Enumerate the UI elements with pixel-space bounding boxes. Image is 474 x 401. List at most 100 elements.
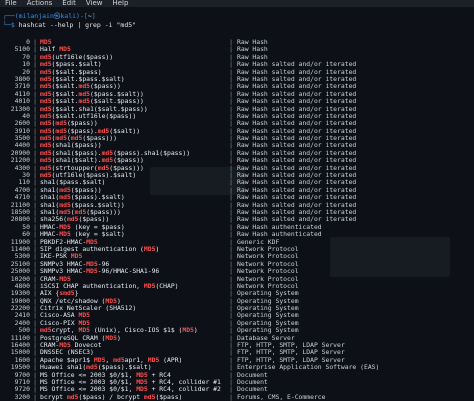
md5-highlight: md5 [59,201,71,209]
hash-mode-category: Raw Hash salted and/or iterated [237,120,357,128]
hash-mode-category: Raw Hash salted and/or iterated [237,164,357,172]
hash-name-text: MS Office <= 2003 $0/$1, [40,378,137,386]
hash-mode-category: FTP, HTTP, SMTP, LDAP Server [237,342,345,350]
prompt-line-2: └─$ hashcat --help | grep -i "md5" [3,21,137,29]
md5-highlight: md5 [40,142,52,150]
hash-mode-name: SNMPv3 HMAC-MD5-96 [40,261,225,268]
md5-highlight: md5 [97,164,110,172]
hash-mode-name: CRAM-MD5 Dovecot [40,342,225,349]
hash-mode-row: 1600 | Apache $apr1$ MD5, md5apr1, MD5 (AP… [0,356,474,364]
hash-mode-category: Raw Hash salted and/or iterated [237,98,357,106]
md5-highlight: md5 [40,112,52,120]
md5-highlight: md5 [40,164,52,172]
hash-mode-category: Raw Hash salted and/or iterated [237,179,357,187]
menu-view[interactable]: View [86,0,103,7]
hash-mode-category: Operating System [237,305,299,313]
md5-highlight: md5 [40,172,52,180]
md5-highlight: md5 [40,83,52,91]
hash-mode-category: Operating System [237,327,299,335]
md5-highlight: MD5 [136,378,148,386]
md5-highlight: MD5 [105,297,117,305]
hash-name-text: ($salt)) [109,127,141,135]
hash-mode-name: Half MD5 [40,46,225,53]
md5-highlight: MD5 [143,245,156,253]
terminal-output[interactable]: ┌──(milanjain㉿kali)-[~] └─$ hashcat --he… [0,7,474,401]
hash-name-text: ($salt. [51,98,79,106]
hash-mode-name: md5crypt, MD5 (Unix), Cisco-IOS $1$ (MD5… [40,327,225,334]
hash-name-text: ($pass.$salt)) [70,201,125,209]
menu-file[interactable]: File [5,0,17,7]
hash-mode-row: 21200 | md5(sha1($salt).md5($pass)) | Raw Ha… [0,156,474,165]
hash-mode-name: MS Office <= 2003 $0/$1, MD5 + RC4 [40,372,225,379]
hash-name-text: crypt, [51,327,79,335]
hash-mode-name: Cisco-PIX MD5 [40,320,225,327]
prompt-user-host: milanjain㉿kali [18,12,77,20]
hash-name-text: -96 [97,260,110,268]
hash-name-text: ($pass)) [113,157,144,165]
hash-name-text: (key = $pass) [70,223,125,231]
hash-mode-category: Raw Hash salted and/or iterated [237,208,357,216]
hash-name-text: Cisco-ASA [40,312,79,320]
md5-highlight: md5 [40,53,52,61]
hash-mode-row: 40 | md5($salt.utf16le($pass)) | Raw Hash sa… [0,112,474,120]
md5-highlight: md5 [40,120,52,128]
menu-help[interactable]: Help [112,0,128,7]
md5-highlight: md5 [101,149,114,157]
md5-highlight: md5 [55,120,67,128]
md5-highlight: md5 [40,135,52,143]
hash-name-text: ($pass))) [86,208,121,216]
hash-name-text: (APR) [159,356,183,364]
hash-mode-category: Raw Hash salted and/or iterated [237,127,357,135]
hash-name-text: ($pass)) [90,83,121,91]
prompt-line-1: ┌──(milanjain㉿kali)-[~] [3,12,96,20]
hash-mode-name: sha1(md5(md5($pass))) [40,209,225,216]
hash-mode-name: CRAM-MD5 [40,276,225,283]
hash-name-text: ($salt.$pass) [51,68,102,76]
md5-highlight: MD5 [40,39,52,46]
hash-name-text: ($pass) [155,393,183,401]
hash-mode-category: Network Protocol [237,268,299,276]
hash-name-text: ($salt.$pass)) [90,98,144,106]
menu-edit[interactable]: Edit [62,0,76,7]
hash-name-text: ($salt.utf16le($pass)) [51,112,137,120]
hash-mode-row: 2600 | md5(md5($pass)) | Raw Hash salted and… [0,119,474,128]
md5-highlight: md5 [40,149,52,157]
md5-highlight: MD5 [86,260,98,268]
hash-mode-name: md5($pass.$salt) [40,61,225,68]
hash-mode-row: 21300 | md5($salt.sha1($salt.$pass)) | Raw H… [0,105,474,113]
hash-mode-name: PostgreSQL CRAM (MD5) [40,335,225,342]
hash-name-text: Apache $apr1$ [40,356,94,364]
hash-mode-category: Raw Hash salted and/or iterated [237,157,357,165]
hash-mode-category: FTP, HTTP, SMTP, LDAP Server [237,356,345,364]
hash-mode-category: Raw Hash salted and/or iterated [237,90,357,98]
hash-name-text: CRAM- [40,342,60,350]
menu-actions[interactable]: Actions [27,0,53,7]
hash-mode-row: 4700 | sha1(md5($pass)) | Raw Hash salted an… [0,186,474,194]
hash-mode-name: HMAC-MD5 (key = $salt) [40,231,225,238]
hash-name-text: QNX /etc/shadow ( [40,297,106,305]
hash-mode-name: md5($salt.md5($pass.$salt)) [40,91,225,98]
hash-mode-row: 11100 | PostgreSQL CRAM (MD5) | Database Ser… [0,334,474,342]
hash-mode-row: 4800 | iSCSI CHAP authentication, MD5(CHAP… [0,282,474,290]
md5-highlight: MD5 [182,327,194,335]
hash-mode-row: 3500 | md5(md5(md5($pass))) | Raw Hash salte… [0,134,474,143]
hash-name-text: Dovecot [70,342,102,350]
hash-mode-category: Database Server [237,334,295,342]
hash-name-text: } [74,290,79,298]
hash-mode-name: md5(md5($pass)) [40,120,225,127]
hash-mode-category: Forums, CMS, E-Commerce [237,393,326,401]
hash-mode-category: Document [237,378,268,386]
md5-highlight: MD5 [70,253,83,261]
hash-mode-row: 4300 | md5(strtoupper(md5($pass))) | Raw Has… [0,164,474,172]
hash-name-text: SNMPv3 HMAC- [40,260,87,268]
hash-mode-category: Raw Hash salted and/or iterated [237,201,357,209]
hash-mode-category: Operating System [237,297,299,305]
hash-mode-category: Document [237,371,268,379]
md5-highlight: md5 [55,135,67,143]
hash-name-text: ) [116,334,121,342]
hash-mode-row: 15000 | DNSSEC (NSEC3) | FTP, HTTP, SMTP, LD… [0,348,474,356]
hash-mode-name: DNSSEC (NSEC3) [40,349,225,356]
hash-name-text: ($pass). [66,127,98,135]
hash-mode-row: 18500 | sha1(md5(md5($pass))) | Raw Hash sal… [0,208,474,216]
hash-mode-row: 21100 | sha1(md5($pass.$salt)) | Raw Hash sa… [0,201,474,209]
